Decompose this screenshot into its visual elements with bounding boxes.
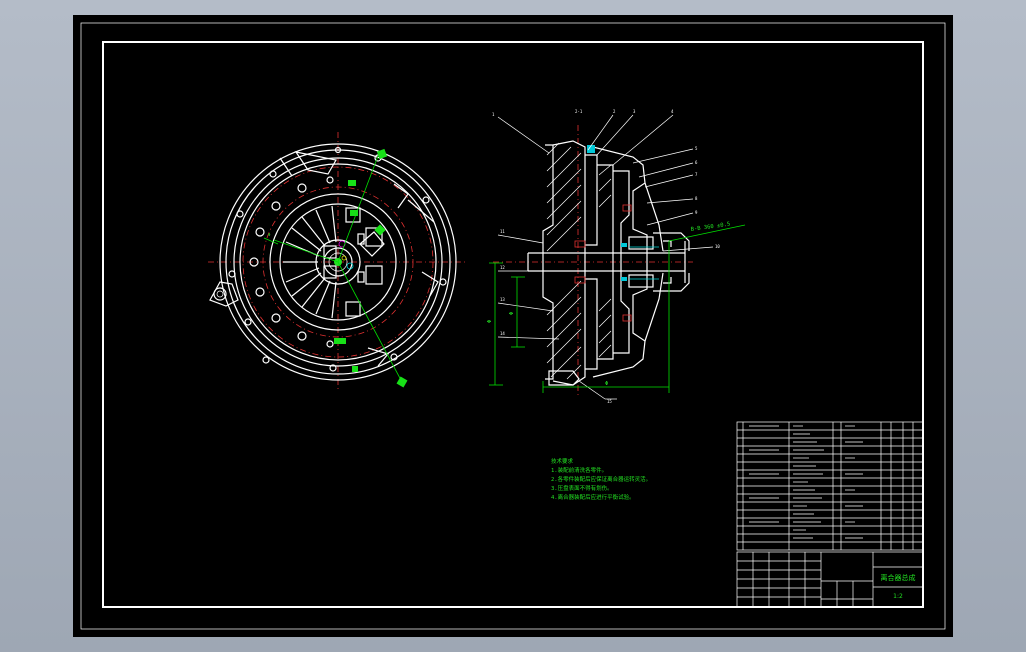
technical-notes: 技术要求 1.装配前清洗各零件。 2.各零件装配后应保证离合器运转灵活。 3.压… bbox=[551, 457, 651, 501]
cad-viewport[interactable]: Φ 1 2 3 4 5 6 7 8 9 10 11 12 13 14 15 2-… bbox=[0, 0, 1026, 652]
note-line: 技术要求 bbox=[551, 457, 574, 465]
svg-text:Φ: Φ bbox=[268, 232, 271, 237]
svg-text:6: 6 bbox=[695, 160, 698, 165]
svg-text:2: 2 bbox=[613, 109, 616, 114]
drawing-scale: 1:2 bbox=[893, 593, 903, 600]
note-line: 1.装配前清洗各零件。 bbox=[551, 466, 607, 474]
svg-text:Φ: Φ bbox=[605, 381, 608, 387]
svg-text:13: 13 bbox=[500, 297, 505, 302]
svg-text:4: 4 bbox=[671, 109, 674, 114]
parts-list-table bbox=[736, 421, 924, 551]
outer-frame bbox=[80, 22, 946, 630]
note-line: 4.离合器装配后应进行平衡试验。 bbox=[551, 493, 635, 501]
drawing-sheet: Φ 1 2 3 4 5 6 7 8 9 10 11 12 13 14 15 2-… bbox=[73, 15, 953, 637]
drawing-title: 离合器总成 bbox=[881, 573, 916, 582]
svg-text:14: 14 bbox=[500, 331, 505, 336]
svg-text:9: 9 bbox=[695, 210, 698, 215]
note-line: 3.压盘表面不得有划伤。 bbox=[551, 484, 613, 492]
note-line: 2.各零件装配后应保证离合器运转灵活。 bbox=[551, 475, 651, 483]
svg-text:15: 15 bbox=[607, 399, 612, 404]
svg-text:8: 8 bbox=[695, 196, 698, 201]
section-view: 1 2 3 4 5 6 7 8 9 10 11 12 13 14 15 2-1 bbox=[487, 109, 746, 404]
front-view: Φ bbox=[208, 132, 468, 392]
svg-text:10: 10 bbox=[715, 244, 720, 249]
section-dim-label: B-B 360 ±0.5 bbox=[690, 222, 730, 233]
title-block: 离合器总成 1:2 bbox=[736, 551, 924, 608]
svg-text:Φ: Φ bbox=[487, 320, 493, 323]
svg-text:3: 3 bbox=[633, 109, 636, 114]
svg-text:7: 7 bbox=[695, 172, 698, 177]
svg-text:12: 12 bbox=[500, 265, 505, 270]
svg-text:2-1: 2-1 bbox=[575, 109, 583, 114]
svg-text:5: 5 bbox=[695, 146, 698, 151]
svg-text:1: 1 bbox=[492, 112, 495, 117]
svg-text:Φ: Φ bbox=[509, 312, 515, 315]
svg-text:11: 11 bbox=[500, 229, 505, 234]
